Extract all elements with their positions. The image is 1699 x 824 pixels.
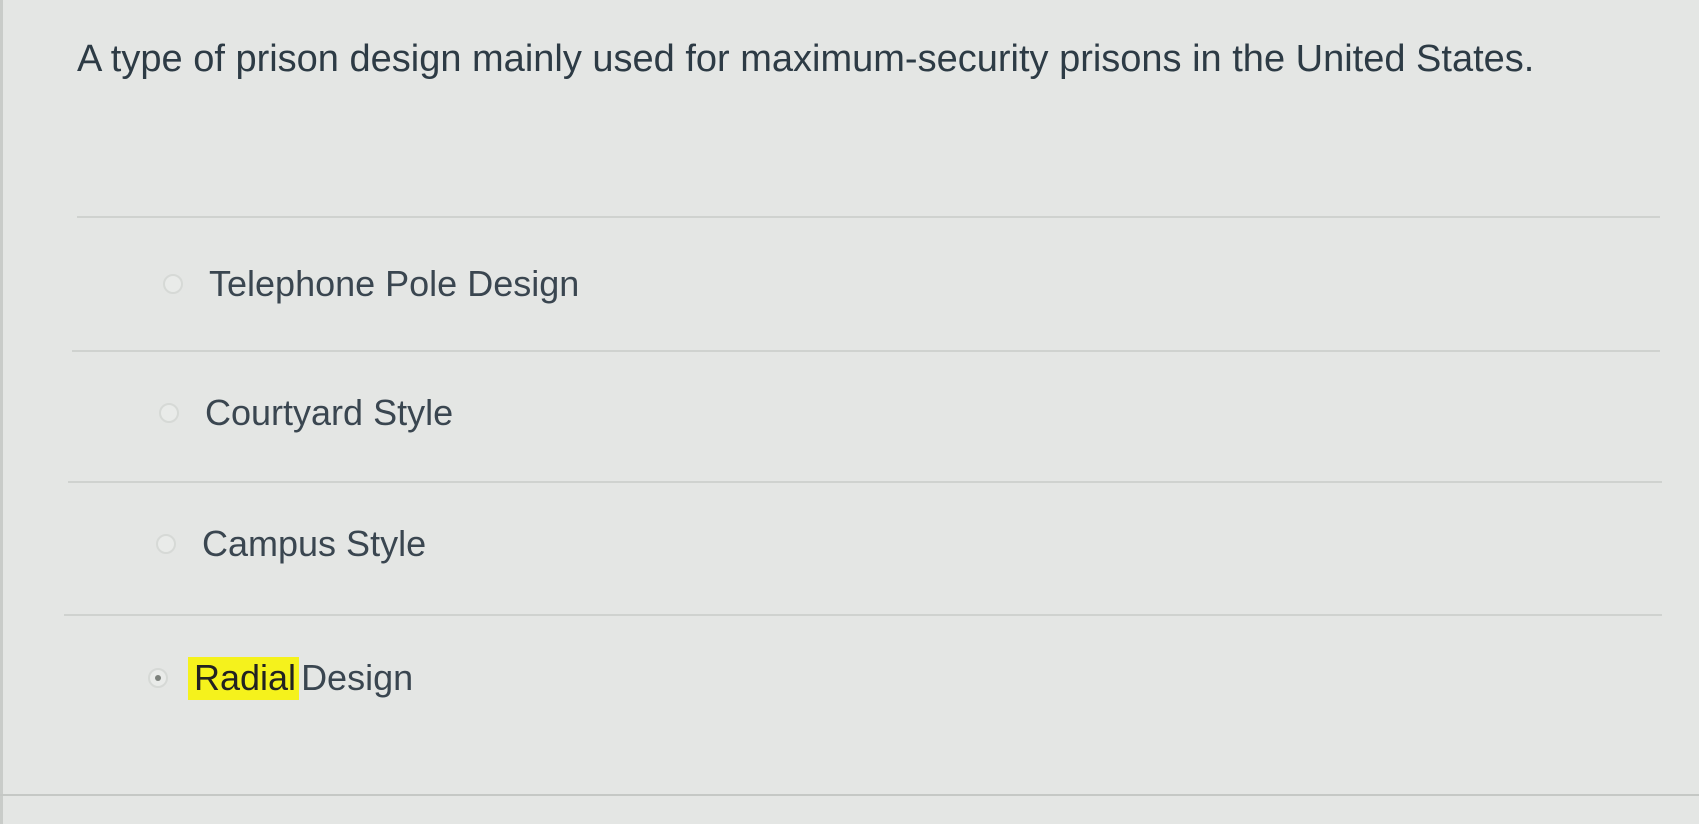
radio-button[interactable] (163, 274, 183, 294)
answer-label: Courtyard Style (205, 392, 454, 433)
answer-label: Telephone Pole Design (209, 263, 580, 304)
window-edge (0, 0, 3, 824)
divider (77, 216, 1660, 218)
answer-label: Radial Design (168, 656, 413, 700)
divider (64, 614, 1662, 616)
answer-option-telephone-pole[interactable]: Telephone Pole Design (163, 262, 579, 306)
divider (72, 350, 1660, 352)
answer-option-radial[interactable]: Radial Design (148, 656, 413, 700)
radio-button[interactable] (156, 534, 176, 554)
radio-button-selected[interactable] (148, 668, 168, 688)
question-text: A type of prison design mainly used for … (77, 38, 1535, 80)
answer-label: Campus Style (202, 523, 427, 564)
answer-option-campus[interactable]: Campus Style (156, 522, 426, 566)
divider (68, 481, 1662, 483)
answer-label-rest: Design (301, 657, 414, 698)
radio-button[interactable] (159, 403, 179, 423)
bottom-border (0, 794, 1699, 796)
highlighted-text: Radial (188, 657, 300, 700)
answer-option-courtyard[interactable]: Courtyard Style (159, 391, 453, 435)
